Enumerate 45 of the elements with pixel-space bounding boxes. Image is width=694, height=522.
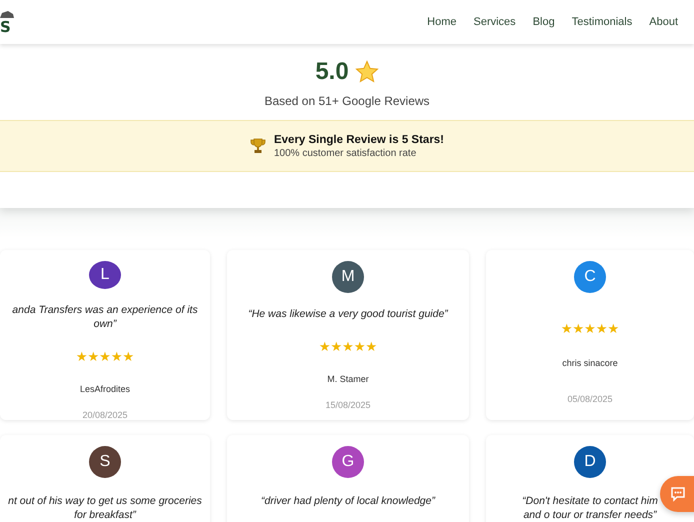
star-icon: ★ bbox=[342, 341, 354, 354]
star-icon: ★ bbox=[99, 351, 111, 364]
avatar: D bbox=[574, 446, 606, 478]
logo-text: S bbox=[0, 20, 11, 34]
star-icon: ★ bbox=[584, 323, 596, 336]
avatar: M bbox=[332, 261, 364, 293]
star-icon: ★ bbox=[560, 323, 573, 336]
star-icon: ★ bbox=[572, 323, 584, 336]
review-date: 15/08/2025 bbox=[325, 400, 371, 410]
banner-title: Every Single Review is 5 Stars! bbox=[274, 134, 444, 146]
rating-subtitle: Based on 51+ Google Reviews bbox=[263, 94, 431, 108]
chat-icon bbox=[670, 486, 686, 502]
star-icon: ★ bbox=[122, 351, 134, 364]
review-quote: “He was likewise a very good tourist guide” bbox=[247, 307, 449, 321]
star-icon: ★ bbox=[318, 341, 331, 354]
review-quote: “Don't hesitate to contact him and o tour or transfer needs” bbox=[521, 494, 659, 522]
review-author: LesAfrodites bbox=[80, 384, 130, 394]
star-icon: ★ bbox=[88, 351, 100, 364]
review-author: chris sinacore bbox=[562, 358, 618, 368]
star-icon: ★ bbox=[110, 351, 122, 364]
nav-link[interactable]: Services bbox=[474, 16, 516, 28]
nav-link[interactable]: Home bbox=[427, 16, 456, 28]
trophy-icon bbox=[250, 138, 266, 154]
star-icon: ★ bbox=[76, 351, 88, 364]
star-icon: ★ bbox=[596, 323, 608, 336]
review-quote: nt out of his way to get us some groceries for breakfast” bbox=[7, 494, 203, 522]
nav-link[interactable]: About bbox=[649, 16, 678, 28]
banner-subtitle: 100% customer satisfaction rate bbox=[274, 148, 418, 158]
star-icon: ★ bbox=[354, 341, 366, 354]
review-author: M. Stamer bbox=[327, 374, 369, 384]
avatar: C bbox=[574, 261, 606, 293]
avatar: G bbox=[332, 446, 364, 478]
avatar: S bbox=[89, 446, 121, 478]
star-icon bbox=[354, 60, 379, 84]
avatar: L bbox=[89, 261, 121, 289]
review-date: 05/08/2025 bbox=[567, 394, 613, 404]
rating-score: 5.0 bbox=[315, 58, 349, 86]
nav-link[interactable]: Testimonials bbox=[572, 16, 632, 28]
review-quote: anda Transfers was an experience of its own” bbox=[11, 303, 199, 331]
review-quote: “driver had plenty of local knowledge” bbox=[260, 494, 436, 508]
star-icon: ★ bbox=[607, 323, 620, 336]
star-icon: ★ bbox=[330, 341, 342, 354]
star-icon: ★ bbox=[365, 341, 378, 354]
nav-link[interactable]: Blog bbox=[532, 16, 555, 28]
review-date: 20/08/2025 bbox=[82, 410, 128, 420]
